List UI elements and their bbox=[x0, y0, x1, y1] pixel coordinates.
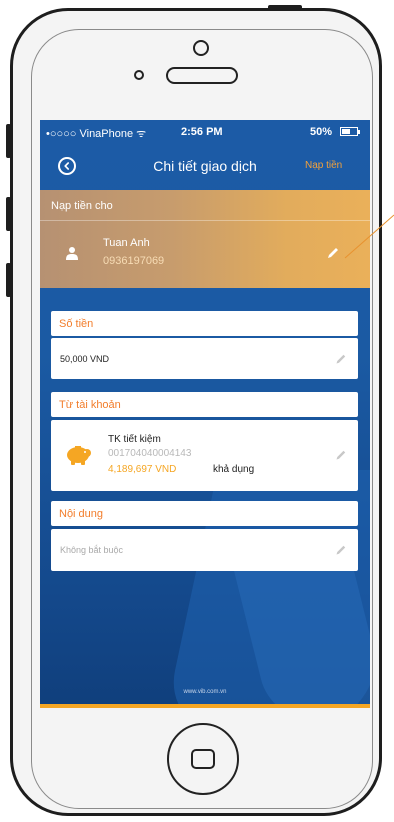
account-selector[interactable]: TK tiết kiệm 001704040004143 4,189,697 V… bbox=[51, 420, 358, 491]
battery-icon bbox=[340, 127, 358, 136]
phone-top-button bbox=[268, 5, 302, 10]
home-button-icon bbox=[191, 749, 215, 769]
battery-tip bbox=[358, 130, 360, 134]
account-label: Từ tài khoản bbox=[59, 399, 121, 411]
edit-account-icon[interactable] bbox=[335, 449, 347, 461]
amount-value: 50,000 VND bbox=[60, 354, 110, 364]
recipient-header: Nạp tiền cho bbox=[40, 190, 370, 221]
phone-mute-switch bbox=[6, 124, 11, 158]
carrier-label: •○○○○ VinaPhone ᯤ bbox=[46, 128, 147, 140]
content-label: Nội dung bbox=[59, 508, 104, 520]
battery-percent: 50% bbox=[310, 126, 333, 138]
account-name: TK tiết kiệm bbox=[108, 434, 161, 445]
content-input[interactable]: Không bắt buộc bbox=[51, 529, 358, 571]
content-section-header: Nội dung bbox=[51, 501, 358, 526]
app-screen: •○○○○ VinaPhone ᯤ 2:56 PM 50% Chi tiết g… bbox=[40, 120, 370, 708]
amount-label: Số tiền bbox=[59, 318, 94, 330]
edit-recipient-icon[interactable] bbox=[326, 246, 340, 260]
amount-section-header: Số tiền bbox=[51, 311, 358, 336]
amount-field[interactable]: 50,000 VND bbox=[51, 338, 358, 379]
topup-button[interactable]: Nạp tiền bbox=[305, 160, 342, 171]
proximity-sensor bbox=[134, 70, 144, 80]
edit-content-icon[interactable] bbox=[335, 544, 347, 556]
bottom-accent-bar bbox=[40, 704, 370, 708]
clock: 2:56 PM bbox=[181, 126, 223, 138]
phone-volume-down bbox=[6, 263, 11, 297]
account-number: 001704040004143 bbox=[108, 448, 192, 459]
front-camera bbox=[193, 40, 209, 56]
status-bar: •○○○○ VinaPhone ᯤ 2:56 PM 50% bbox=[40, 120, 370, 142]
phone-volume-up bbox=[6, 197, 11, 231]
earpiece-speaker bbox=[166, 67, 238, 84]
account-section-header: Từ tài khoản bbox=[51, 392, 358, 417]
account-balance: 4,189,697 VND bbox=[108, 464, 177, 475]
edit-amount-icon[interactable] bbox=[335, 353, 347, 365]
recipient-phone: 0936197069 bbox=[103, 255, 165, 267]
recipient-header-label: Nạp tiền cho bbox=[51, 200, 113, 212]
nav-bar: Chi tiết giao dịch Nạp tiền bbox=[40, 142, 370, 190]
footer-url: www.vib.com.vn bbox=[183, 689, 227, 695]
balance-suffix: khả dụng bbox=[213, 464, 255, 475]
person-icon bbox=[66, 247, 78, 260]
recipient-name: Tuan Anh bbox=[103, 237, 150, 249]
piggy-bank-icon bbox=[67, 446, 91, 465]
recipient-panel[interactable]: Nạp tiền cho Tuan Anh 0936197069 bbox=[40, 190, 370, 288]
content-placeholder: Không bắt buộc bbox=[60, 545, 124, 555]
